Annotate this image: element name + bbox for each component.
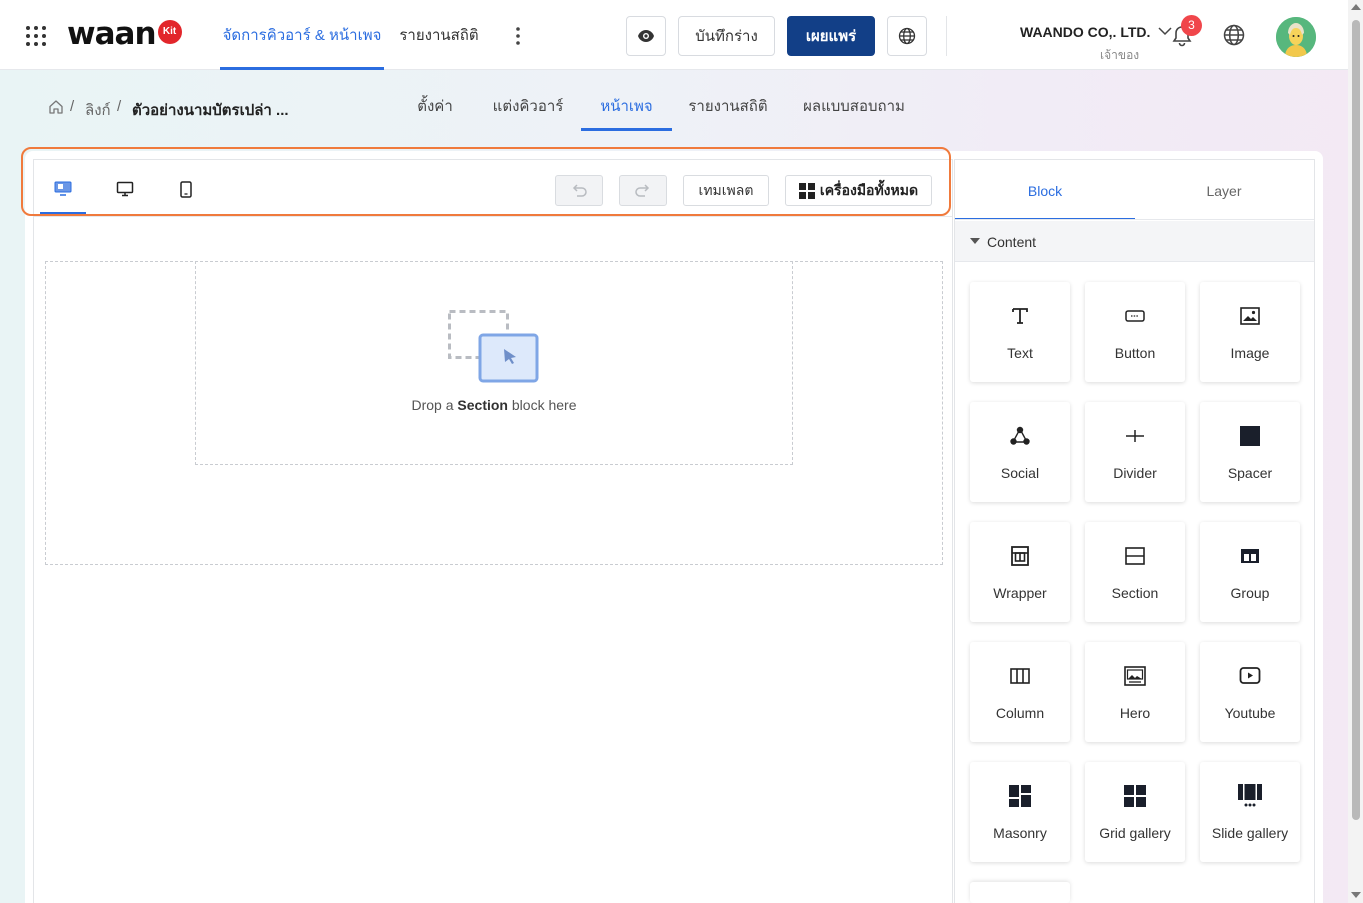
tab-qr-design[interactable]: แต่งคิวอาร์ bbox=[483, 87, 573, 131]
section-icon bbox=[1125, 547, 1145, 565]
block-tile-wrapper[interactable]: Wrapper bbox=[970, 522, 1070, 622]
drop-section-illustration-icon bbox=[448, 310, 539, 383]
masonry-icon bbox=[1009, 785, 1031, 807]
block-tile-divider[interactable]: Divider bbox=[1085, 402, 1185, 502]
toolbar-highlight bbox=[21, 147, 951, 216]
company-role: เจ้าของ bbox=[1100, 48, 1140, 62]
tab-statistics[interactable]: รายงานสถิติ bbox=[681, 87, 775, 131]
user-avatar-icon bbox=[1276, 17, 1316, 57]
social-icon bbox=[1010, 426, 1030, 445]
toolbar-divider bbox=[34, 216, 952, 217]
avatar[interactable] bbox=[1276, 17, 1316, 57]
company-switcher[interactable]: WAANDO CO,. LTD. bbox=[1020, 24, 1172, 40]
tab-block[interactable]: Block bbox=[955, 160, 1135, 220]
button-icon bbox=[1125, 310, 1145, 322]
hero-icon bbox=[1124, 666, 1146, 686]
block-tile-grid-gallery[interactable]: Grid gallery bbox=[1085, 762, 1185, 862]
nav-tab-statistics[interactable]: รายงานสถิติ bbox=[392, 0, 486, 70]
block-tile-youtube[interactable]: Youtube bbox=[1200, 642, 1300, 742]
scrollbar-thumb[interactable] bbox=[1352, 20, 1360, 820]
slide-gallery-icon bbox=[1238, 784, 1262, 807]
group-icon bbox=[1241, 549, 1259, 563]
block-label: Spacer bbox=[1227, 465, 1273, 481]
text-icon bbox=[1012, 308, 1028, 324]
eye-icon bbox=[638, 30, 654, 42]
block-tile-hero[interactable]: Hero bbox=[1085, 642, 1185, 742]
block-label: Hero bbox=[1119, 705, 1151, 721]
web-link-button[interactable] bbox=[887, 16, 927, 56]
divider-icon bbox=[1126, 430, 1144, 442]
spacer-icon bbox=[1240, 426, 1260, 446]
breadcrumb-separator: / bbox=[117, 98, 122, 115]
tab-settings[interactable]: ตั้งค่า bbox=[405, 87, 465, 131]
content-section-label: Content bbox=[987, 234, 1037, 250]
block-tile-text[interactable]: Text bbox=[970, 282, 1070, 382]
block-label: Masonry bbox=[993, 825, 1047, 841]
block-label: Button bbox=[1114, 345, 1156, 361]
block-label: Group bbox=[1230, 585, 1270, 601]
grid-gallery-icon bbox=[1124, 785, 1146, 807]
scroll-up-arrow-icon[interactable] bbox=[1351, 4, 1361, 10]
logo-badge: Kit bbox=[157, 20, 182, 44]
block-label: Divider bbox=[1113, 465, 1157, 481]
breadcrumb-link[interactable]: ลิงก์ bbox=[85, 98, 111, 122]
block-label: Image bbox=[1230, 345, 1270, 361]
block-label: Column bbox=[995, 705, 1045, 721]
wrapper-icon bbox=[1011, 546, 1029, 566]
nav-tab-qr-pages[interactable]: จัดการคิวอาร์ & หน้าเพจ bbox=[220, 0, 384, 70]
tab-survey-results[interactable]: ผลแบบสอบถาม bbox=[792, 87, 916, 131]
block-label: Slide gallery bbox=[1211, 825, 1289, 841]
youtube-icon bbox=[1239, 667, 1261, 684]
drop-hint-emphasis: Section bbox=[457, 397, 508, 413]
drop-hint-prefix: Drop a bbox=[411, 397, 454, 413]
block-tile-spacer[interactable]: Spacer bbox=[1200, 402, 1300, 502]
save-draft-button[interactable]: บันทึกร่าง bbox=[678, 16, 775, 56]
breadcrumb-separator: / bbox=[70, 98, 75, 115]
header-divider bbox=[946, 16, 947, 56]
block-label: Grid gallery bbox=[1099, 825, 1171, 841]
column-icon bbox=[1010, 668, 1030, 684]
sidebar-tab-divider bbox=[955, 219, 1314, 220]
preview-button[interactable] bbox=[626, 16, 666, 56]
block-tile-social[interactable]: Social bbox=[970, 402, 1070, 502]
home-icon[interactable] bbox=[48, 99, 64, 115]
block-tile-slide-gallery[interactable]: Slide gallery bbox=[1200, 762, 1300, 862]
company-name: WAANDO CO,. LTD. bbox=[1020, 24, 1151, 40]
drop-hint-suffix: block here bbox=[511, 397, 577, 413]
tab-layer[interactable]: Layer bbox=[1134, 160, 1314, 220]
apps-grid-icon[interactable] bbox=[25, 25, 47, 47]
caret-down-icon bbox=[970, 238, 980, 244]
publish-button[interactable]: เผยแพร่ bbox=[787, 16, 875, 56]
block-label: Section bbox=[1111, 585, 1159, 601]
block-tile-group[interactable]: Group bbox=[1200, 522, 1300, 622]
block-tile-column[interactable]: Column bbox=[970, 642, 1070, 742]
image-icon bbox=[1240, 307, 1260, 325]
waankit-logo[interactable]: waan Kit bbox=[67, 16, 182, 52]
block-tile-section[interactable]: Section bbox=[1085, 522, 1185, 622]
block-tile-masonry[interactable]: Masonry bbox=[970, 762, 1070, 862]
globe-icon bbox=[898, 27, 916, 45]
block-tile-image[interactable]: Image bbox=[1200, 282, 1300, 382]
notification-badge: 3 bbox=[1181, 15, 1202, 36]
block-tile-button[interactable]: Button bbox=[1085, 282, 1185, 382]
block-tile-more[interactable] bbox=[970, 882, 1070, 903]
tab-page[interactable]: หน้าเพจ bbox=[581, 87, 672, 131]
language-globe-icon[interactable] bbox=[1222, 23, 1246, 47]
top-header: waan Kit จัดการคิวอาร์ & หน้าเพจ รายงานส… bbox=[0, 0, 1348, 70]
more-vertical-icon[interactable] bbox=[508, 24, 528, 48]
drop-hint-text: Drop a Section block here bbox=[195, 397, 793, 413]
breadcrumb-current: ตัวอย่างนามบัตรเปล่า ... bbox=[132, 102, 289, 119]
block-label: Wrapper bbox=[993, 585, 1047, 601]
scroll-down-arrow-icon[interactable] bbox=[1351, 892, 1361, 898]
block-label: Text bbox=[1007, 345, 1033, 361]
block-label: Social bbox=[1000, 465, 1040, 481]
block-label: Youtube bbox=[1224, 705, 1276, 721]
logo-text: waan bbox=[67, 16, 157, 52]
